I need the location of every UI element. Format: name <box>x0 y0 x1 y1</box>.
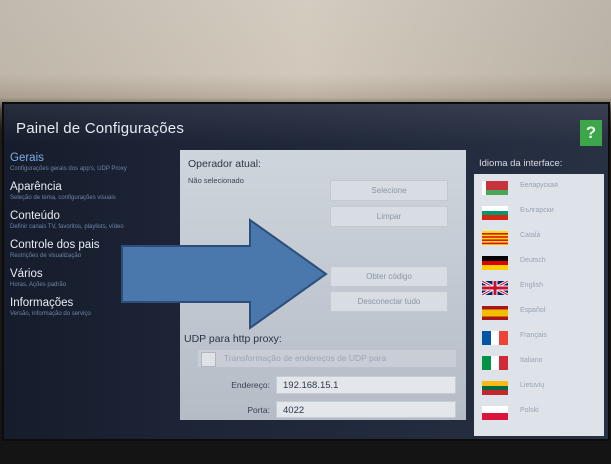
udp-transform-option[interactable]: Transformação de endereços de UDP para <box>198 350 456 367</box>
sidebar-item-aparencia[interactable]: Aparência Seleção de tema, configurações… <box>10 181 184 202</box>
get-code-button[interactable]: Obter código <box>330 266 448 287</box>
catalonia-flag-icon <box>482 231 508 245</box>
operator-heading: Operador atual: <box>188 158 261 170</box>
belarus-flag-icon <box>482 181 508 195</box>
language-item-catalan[interactable]: Català <box>482 226 600 250</box>
sidebar-item-label: Aparência <box>10 181 62 193</box>
help-button[interactable]: ? <box>580 120 602 146</box>
language-name: Deutsch <box>520 257 546 264</box>
language-item-spanish[interactable]: Español <box>482 301 600 325</box>
lithuania-flag-icon <box>482 381 508 395</box>
sidebar-item-label: Gerais <box>10 152 44 164</box>
language-item-polish[interactable]: Polski <box>482 401 600 425</box>
language-item-italian[interactable]: Italiano <box>482 351 600 375</box>
language-name: Français <box>520 332 547 339</box>
language-name: Български <box>520 207 554 214</box>
language-item-german[interactable]: Deutsch <box>482 251 600 275</box>
address-label: Endereço: <box>231 380 270 390</box>
arrow-shape <box>121 218 328 330</box>
udp-transform-checkbox[interactable] <box>201 352 216 367</box>
clear-operator-button[interactable]: Limpar <box>330 206 448 227</box>
language-name: Italiano <box>520 357 543 364</box>
sidebar-item-description: Seleção de tema, configurações visuais <box>10 195 116 201</box>
language-item-english[interactable]: English <box>482 276 600 300</box>
select-operator-button[interactable]: Selecione <box>330 180 448 201</box>
language-name: Lietuvių <box>520 382 545 389</box>
sidebar-item-description: Configurações gerais dos app's, UDP Prox… <box>10 166 127 172</box>
language-name: Català <box>520 232 541 239</box>
language-item-bulgarian[interactable]: Български <box>482 201 600 225</box>
bulgaria-flag-icon <box>482 206 508 220</box>
address-field[interactable]: 192.168.15.1 <box>276 376 456 394</box>
udp-transform-label: Transformação de endereços de UDP para <box>224 353 387 363</box>
language-item-french[interactable]: Français <box>482 326 600 350</box>
italy-flag-icon <box>482 356 508 370</box>
language-name: Polski <box>520 407 539 414</box>
spain-flag-icon <box>482 306 508 320</box>
language-item-belarusian[interactable]: Беларуская <box>482 176 600 200</box>
france-flag-icon <box>482 331 508 345</box>
language-list: Беларуская Български Català Deutsch Engl… <box>474 174 604 436</box>
sidebar-item-gerais[interactable]: Gerais Configurações gerais dos app's, U… <box>10 152 184 173</box>
poland-flag-icon <box>482 406 508 420</box>
wall-background <box>0 0 611 110</box>
udp-heading: UDP para http proxy: <box>184 333 282 345</box>
language-name: English <box>520 282 543 289</box>
germany-flag-icon <box>482 256 508 270</box>
language-heading: Idioma da interface: <box>479 158 563 169</box>
operator-value: Não selecionado <box>188 176 244 185</box>
page-title: Painel de Configurações <box>16 120 185 137</box>
language-item-lithuanian[interactable]: Lietuvių <box>482 376 600 400</box>
disconnect-all-button[interactable]: Desconectar tudo <box>330 291 448 312</box>
port-label: Porta: <box>247 405 270 415</box>
port-field[interactable]: 4022 <box>276 401 456 418</box>
language-name: Беларуская <box>520 182 558 189</box>
uk-flag-icon <box>482 281 508 295</box>
language-name: Español <box>520 307 546 314</box>
arrow-annotation-icon <box>121 218 328 330</box>
